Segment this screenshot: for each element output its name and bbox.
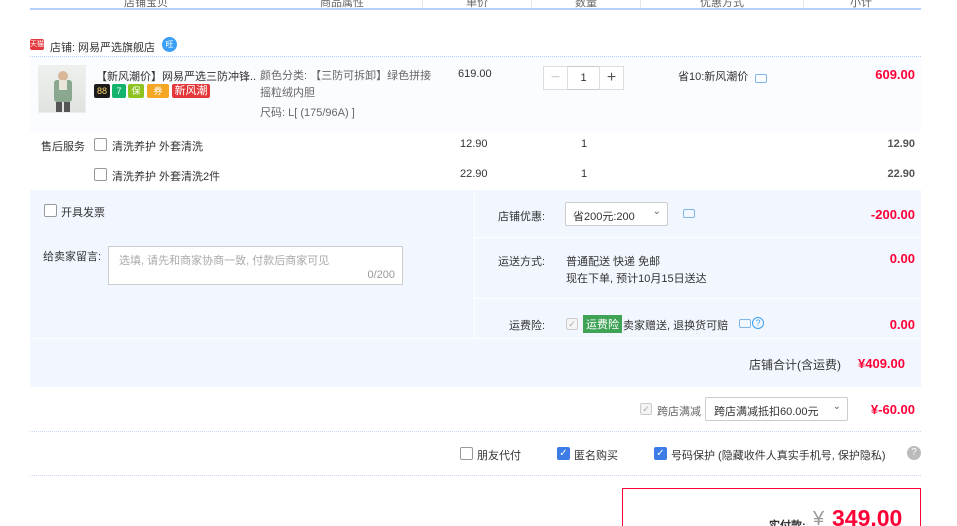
header-divider <box>531 0 532 8</box>
anonymous-label: 匿名购买 <box>574 450 618 462</box>
badge-7day-return-icon: 7 <box>112 84 126 98</box>
badge-coupon-icon: 券 <box>147 84 169 98</box>
friend-pay-label: 朋友代付 <box>477 450 521 462</box>
quantity-minus-button[interactable]: − <box>543 66 568 90</box>
cross-store-amount: ¥-60.00 <box>870 402 915 417</box>
section-divider <box>30 431 921 432</box>
section-divider <box>30 475 921 476</box>
chevron-down-icon: ⌄ <box>652 206 661 217</box>
service-qty-1: 1 <box>581 138 588 150</box>
badge-new-trend: 新风潮 <box>172 84 210 98</box>
header-divider <box>640 0 641 8</box>
anonymous-checkbox[interactable]: ✓ <box>557 447 570 460</box>
badge-guarantee-icon: 保 <box>128 84 144 98</box>
quantity-plus-button[interactable]: + <box>599 66 624 90</box>
insurance-label: 运费险: <box>509 320 546 332</box>
insurance-checkbox: ✓ <box>566 318 578 330</box>
message-placeholder: 选填, 请先和商家协商一致, 付款后商家可见 <box>119 255 330 267</box>
shipping-method: 普通配送 快递 免邮 <box>566 256 661 268</box>
shipping-eta: 现在下单, 预计10月15日送达 <box>566 273 707 285</box>
promo-text: 省10:新风潮价 <box>678 71 749 83</box>
item-subtotal: 609.00 <box>875 67 915 82</box>
promo-comment-icon[interactable] <box>755 74 767 83</box>
product-attr-color: 颜色分类: 【三防可拆卸】绿色拼接 摇粒绒内胆 <box>260 70 432 99</box>
shop-name-link[interactable]: 网易严选旗舰店 <box>78 39 155 55</box>
friend-pay-checkbox[interactable] <box>460 447 473 460</box>
service-name-2: 清洗养护 外套清洗2件 <box>112 171 221 183</box>
panel-row-divider <box>475 298 921 299</box>
insurance-tag: 运费险 <box>583 315 622 333</box>
badge-88vip-icon: 88 <box>94 84 110 98</box>
header-divider <box>803 0 804 8</box>
shipping-label: 运送方式: <box>498 256 546 268</box>
invoice-label: 开具发票 <box>61 207 105 219</box>
shop-discount-label: 店铺优惠: <box>498 211 546 223</box>
service-subtotal-1: 12.90 <box>887 138 915 150</box>
header-divider <box>422 0 423 8</box>
service-checkbox-1[interactable] <box>94 138 107 151</box>
tmall-shop-icon: 天猫 <box>30 39 44 50</box>
shop-total-amount: ¥409.00 <box>858 356 905 371</box>
help-icon[interactable]: ? <box>907 446 921 460</box>
product-title-link[interactable]: 【新风潮价】网易严选三防冲锋... <box>96 68 256 84</box>
unit-price: 619.00 <box>458 68 492 80</box>
wangwang-chat-icon[interactable]: 旺 <box>162 37 177 52</box>
cross-store-checkbox: ✓ <box>640 403 652 415</box>
shop-discount-selected: 省200元:200 <box>573 211 635 223</box>
product-attr-size: 尺码: L[ (175/96A) ] <box>260 107 355 119</box>
cross-store-label: 跨店满减 <box>657 406 701 418</box>
header-underline <box>30 8 921 10</box>
payment-amount: 349.00 <box>832 505 903 526</box>
product-thumbnail[interactable] <box>38 65 86 113</box>
service-subtotal-2: 22.90 <box>887 168 915 180</box>
shop-discount-amount: -200.00 <box>870 207 915 222</box>
insurance-help-icon[interactable]: ? <box>752 317 764 329</box>
privacy-label: 号码保护 (隐藏收件人真实手机号, 保护隐私) <box>671 450 886 462</box>
shop-discount-select[interactable]: 省200元:200 ⌄ <box>565 202 668 226</box>
invoice-checkbox[interactable] <box>44 204 57 217</box>
panel-row-divider <box>475 237 921 238</box>
shop-total-label: 店铺合计(含运费) <box>749 358 841 372</box>
quantity-input[interactable]: 1 <box>568 66 599 90</box>
shipping-amount: 0.00 <box>889 251 915 266</box>
message-label: 给卖家留言: <box>43 251 102 263</box>
insurance-amount: 0.00 <box>889 317 915 332</box>
service-price-1: 12.90 <box>460 138 488 150</box>
insurance-comment-icon[interactable] <box>739 319 751 328</box>
service-checkbox-2[interactable] <box>94 168 107 181</box>
services-label: 售后服务 <box>41 141 85 153</box>
service-qty-2: 1 <box>581 168 588 180</box>
payment-summary-box: 实付款: ¥ 349.00 <box>622 488 921 526</box>
payment-label: 实付款: <box>769 520 806 526</box>
message-textarea[interactable]: 选填, 请先和商家协商一致, 付款后商家可见 0/200 <box>108 246 403 285</box>
shop-label: 店铺: <box>50 42 76 54</box>
cross-store-selected: 跨店满减抵扣60.00元 <box>714 406 819 418</box>
quantity-stepper: − 1 + <box>543 66 624 90</box>
privacy-checkbox[interactable]: ✓ <box>654 447 667 460</box>
discount-comment-icon[interactable] <box>683 209 695 218</box>
payment-currency: ¥ <box>813 508 825 526</box>
panel-divider <box>474 190 475 338</box>
insurance-desc: 卖家赠送, 退换货可赔 <box>623 320 729 332</box>
service-price-2: 22.90 <box>460 168 488 180</box>
service-name-1: 清洗养护 外套清洗 <box>112 141 204 153</box>
message-counter: 0/200 <box>367 269 395 281</box>
